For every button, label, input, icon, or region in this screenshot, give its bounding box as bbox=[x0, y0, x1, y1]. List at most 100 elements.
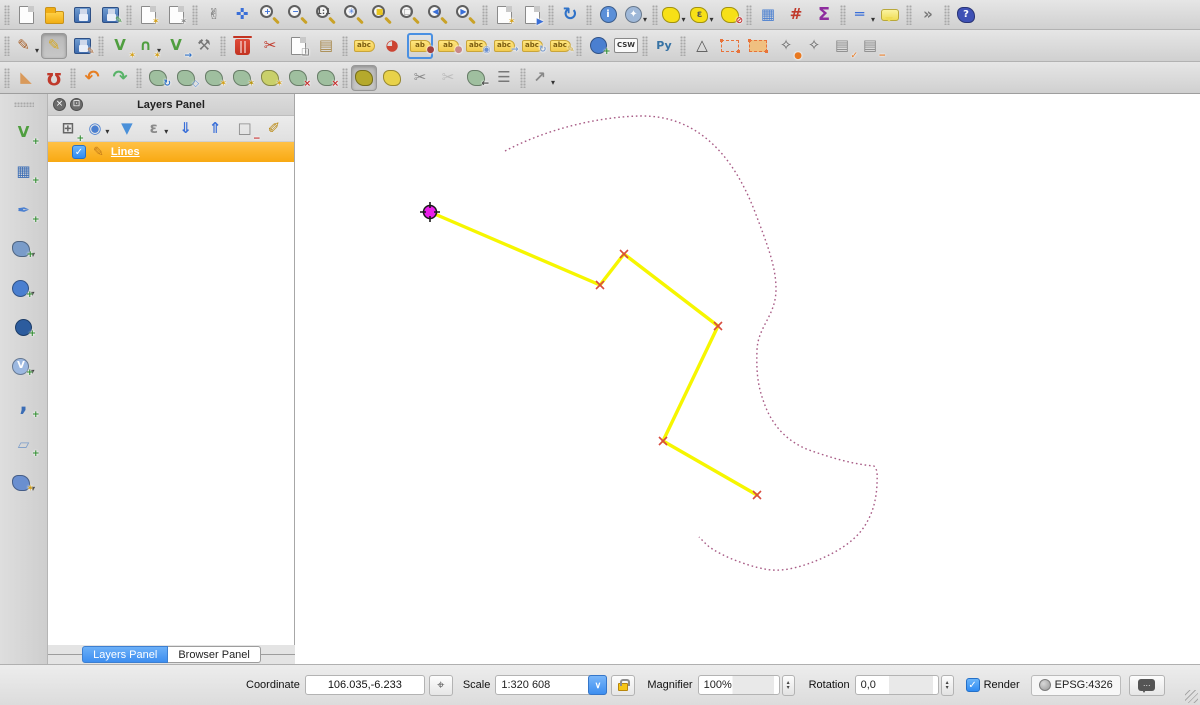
composer-manager-button[interactable]: ✶ bbox=[163, 2, 189, 28]
copy-features-button[interactable]: ❏ bbox=[285, 33, 311, 59]
csw-button[interactable]: CSW bbox=[613, 33, 639, 59]
tab-layers-panel[interactable]: Layers Panel bbox=[82, 646, 168, 663]
select-by-expression-button[interactable]: ε▾ bbox=[689, 2, 715, 28]
expand-all-button[interactable]: ⇓ bbox=[174, 118, 198, 140]
rotate-feature-button[interactable]: ↻ bbox=[145, 65, 171, 91]
split-parts-button[interactable]: ✂ bbox=[435, 65, 461, 91]
add-raster-layer-button[interactable]: ▦+ bbox=[7, 157, 41, 185]
select-features-button[interactable]: ▾ bbox=[661, 2, 687, 28]
zoom-last-button[interactable]: ◀ bbox=[425, 2, 451, 28]
fill-ring-button[interactable]: ✶ bbox=[257, 65, 283, 91]
new-project-button[interactable] bbox=[13, 2, 39, 28]
move-label-button[interactable]: abc→ bbox=[491, 33, 517, 59]
style-manager-button[interactable]: ✐ bbox=[262, 118, 286, 140]
pin-labels-button[interactable]: ab● bbox=[407, 33, 433, 59]
measure-button[interactable]: ═▾ bbox=[849, 2, 875, 28]
add-delimited-text-layer-button[interactable]: ,+ bbox=[7, 391, 41, 419]
identify-features-button[interactable]: i bbox=[595, 2, 621, 28]
add-spatialite-layer-button[interactable]: ✒+ bbox=[7, 196, 41, 224]
split-features-button[interactable]: ✂ bbox=[407, 65, 433, 91]
render-checkbox[interactable]: ✓ bbox=[966, 678, 980, 692]
layer-visibility-checkbox[interactable]: ✓ bbox=[72, 145, 86, 159]
python-console-button[interactable]: Py bbox=[651, 33, 677, 59]
pan-to-selection-button[interactable]: ✜ bbox=[229, 2, 255, 28]
add-vector-layer-button[interactable]: V+ bbox=[7, 118, 41, 146]
north-arrow-button[interactable]: △ bbox=[689, 33, 715, 59]
map-tips-button[interactable] bbox=[877, 2, 903, 28]
save-layer-edits-button[interactable]: ✎ bbox=[69, 33, 95, 59]
zoom-to-layer-button[interactable]: □ bbox=[397, 2, 423, 28]
magic-wand-button[interactable]: ✧ bbox=[801, 33, 827, 59]
undo-button[interactable]: ↶ bbox=[79, 65, 105, 91]
zoom-native-button[interactable]: 1:1 bbox=[313, 2, 339, 28]
rotation-field[interactable]: 0,0 bbox=[855, 675, 939, 695]
book-remove-button[interactable]: ▤− bbox=[857, 33, 883, 59]
zoom-next-button[interactable]: ▶ bbox=[453, 2, 479, 28]
add-postgis-layer-button[interactable]: +▾ bbox=[7, 235, 41, 263]
scale-lock-button[interactable] bbox=[611, 675, 635, 696]
zoom-in-button[interactable]: + bbox=[257, 2, 283, 28]
book-check-button[interactable]: ▤✓ bbox=[829, 33, 855, 59]
node-tool-button[interactable]: ⚒ bbox=[191, 33, 217, 59]
change-label-button[interactable]: abc✎ bbox=[547, 33, 573, 59]
open-project-button[interactable] bbox=[41, 2, 67, 28]
coordinate-input[interactable] bbox=[305, 675, 425, 695]
metasearch-button[interactable]: + bbox=[585, 33, 611, 59]
refresh-button[interactable]: ↻ bbox=[557, 2, 583, 28]
add-part-button[interactable]: ✶ bbox=[229, 65, 255, 91]
manage-layer-visibility-button[interactable]: ◉▾ bbox=[85, 118, 109, 140]
merge-features-button[interactable]: ← bbox=[463, 65, 489, 91]
snapping-options-button[interactable]: Ω bbox=[41, 65, 67, 91]
save-project-as-button[interactable]: ✎ bbox=[97, 2, 123, 28]
cad-tools-button[interactable]: ◣ bbox=[13, 65, 39, 91]
rotate-label-button[interactable]: abc↻ bbox=[519, 33, 545, 59]
add-group-button[interactable]: ⊞+ bbox=[56, 118, 80, 140]
new-print-composer-button[interactable]: ✶ bbox=[135, 2, 161, 28]
zoom-out-button[interactable]: − bbox=[285, 2, 311, 28]
deselect-all-button[interactable]: ⊘ bbox=[717, 2, 743, 28]
remove-layer-button[interactable]: □− bbox=[233, 118, 257, 140]
redo-button[interactable]: ↷ bbox=[107, 65, 133, 91]
help-button[interactable]: ? bbox=[953, 2, 979, 28]
map-canvas[interactable] bbox=[295, 94, 1200, 664]
move-feature-button[interactable]: V→ bbox=[163, 33, 189, 59]
paste-features-button[interactable]: ▤ bbox=[313, 33, 339, 59]
magic-wand-badge-button[interactable]: ✧● bbox=[773, 33, 799, 59]
panel-float-button[interactable]: ⊡ bbox=[70, 98, 83, 111]
filter-by-expression-button[interactable]: ε▾ bbox=[144, 118, 168, 140]
delete-ring-button[interactable]: × bbox=[285, 65, 311, 91]
show-bookmarks-button[interactable]: ▶ bbox=[519, 2, 545, 28]
show-hide-labels-button[interactable]: abc◉ bbox=[463, 33, 489, 59]
zoom-to-selection-button[interactable]: ■ bbox=[369, 2, 395, 28]
collapse-all-button[interactable]: ⇑ bbox=[203, 118, 227, 140]
save-project-button[interactable] bbox=[69, 2, 95, 28]
zoom-full-button[interactable]: ✳ bbox=[341, 2, 367, 28]
extent-rectangle-button[interactable] bbox=[717, 33, 743, 59]
add-feature-button[interactable]: V✶ bbox=[107, 33, 133, 59]
toggle-editing-button[interactable]: ✎ bbox=[41, 33, 67, 59]
add-wcs-layer-button[interactable]: + bbox=[7, 313, 41, 341]
toolbar-overflow-button[interactable]: » bbox=[915, 2, 941, 28]
filter-legend-button[interactable]: ▼ bbox=[115, 118, 139, 140]
delete-part-button[interactable]: × bbox=[313, 65, 339, 91]
log-messages-button[interactable]: … bbox=[1129, 675, 1165, 696]
label-button[interactable]: abc bbox=[351, 33, 377, 59]
scale-combo[interactable]: 1:320 608 ∨ bbox=[495, 675, 607, 695]
offset-curve-button[interactable] bbox=[379, 65, 405, 91]
current-edits-button[interactable]: ✎▾ bbox=[13, 33, 39, 59]
add-circular-string-button[interactable]: ∩✶▾ bbox=[135, 33, 161, 59]
diagram-button[interactable]: ◕ bbox=[379, 33, 405, 59]
crs-status-button[interactable]: EPSG:4326 bbox=[1031, 675, 1121, 696]
pan-map-button[interactable]: ✌ bbox=[201, 2, 227, 28]
mouse-position-button[interactable]: ⌖ bbox=[429, 675, 453, 696]
run-feature-action-button[interactable]: ✦▾ bbox=[623, 2, 649, 28]
statistical-summary-button[interactable]: # bbox=[783, 2, 809, 28]
tab-browser-panel[interactable]: Browser Panel bbox=[168, 646, 261, 663]
merge-attributes-button[interactable]: ☰ bbox=[491, 65, 517, 91]
delete-selected-button[interactable] bbox=[229, 33, 255, 59]
reshape-features-button[interactable] bbox=[351, 65, 377, 91]
new-shapefile-layer-button[interactable]: ▱+ bbox=[7, 430, 41, 458]
new-bookmark-button[interactable]: ✶ bbox=[491, 2, 517, 28]
panel-close-button[interactable]: × bbox=[53, 98, 66, 111]
title-extent-button[interactable] bbox=[745, 33, 771, 59]
